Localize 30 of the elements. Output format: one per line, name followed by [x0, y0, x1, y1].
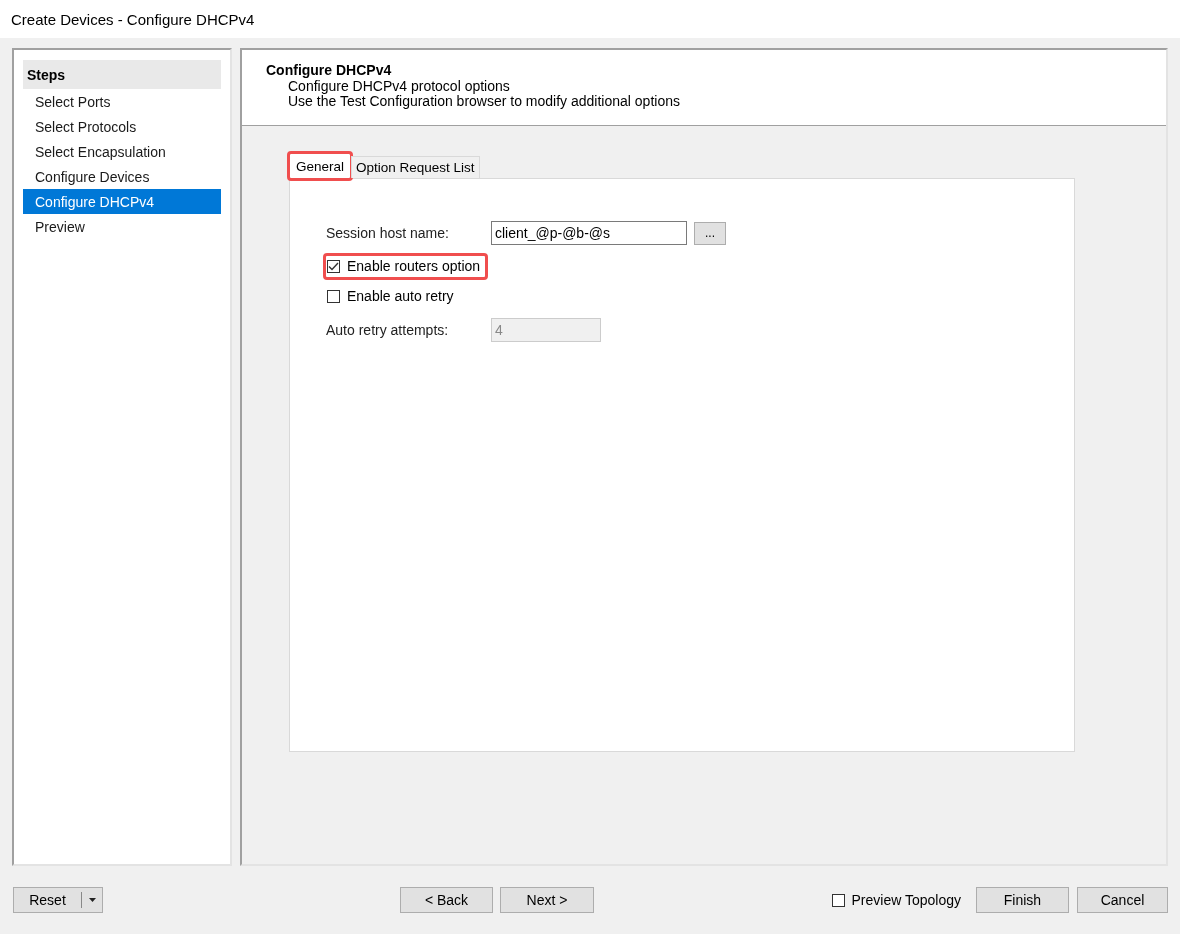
checkbox[interactable]: [327, 289, 340, 303]
checkbox-label: Enable routers option: [347, 259, 481, 274]
browse-button[interactable]: ...: [694, 221, 726, 245]
checkbox-row[interactable]: Enable routers option: [325, 255, 487, 278]
tab[interactable]: Option Request List: [351, 156, 480, 178]
checkbox-row[interactable]: Enable auto retry: [325, 284, 460, 308]
step-item[interactable]: Configure DHCPv4: [23, 189, 221, 214]
step-item[interactable]: Configure Devices: [23, 164, 221, 189]
steps-heading: Steps: [23, 60, 221, 89]
step-item[interactable]: Preview: [23, 214, 221, 239]
step-item[interactable]: Select Protocols: [23, 114, 221, 139]
tab[interactable]: General: [289, 153, 352, 179]
cancel-button[interactable]: Cancel: [1077, 887, 1168, 913]
field-label: Session host name:: [326, 225, 450, 241]
checkbox-label: Enable auto retry: [347, 288, 454, 304]
next-button[interactable]: Next >: [500, 887, 594, 913]
back-button[interactable]: < Back: [400, 887, 493, 913]
text-field[interactable]: client_@p-@b-@s: [491, 221, 687, 245]
finish-button[interactable]: Finish: [976, 887, 1069, 913]
field-label: Auto retry attempts:: [326, 322, 450, 338]
step-item[interactable]: Select Encapsulation: [23, 139, 221, 164]
reset-button[interactable]: Reset: [13, 887, 103, 913]
step-item[interactable]: Select Ports: [23, 89, 221, 114]
checkbox-label: Preview Topology: [851, 892, 961, 908]
page-title: Configure DHCPv4: [266, 62, 393, 79]
window-title: Create Devices - Configure DHCPv4: [0, 0, 1180, 38]
checkbox[interactable]: [831, 893, 845, 907]
page-description: Use the Test Configuration browser to modify additional options: [287, 94, 681, 109]
checkbox[interactable]: [327, 260, 340, 273]
page-description: Configure DHCPv4 protocol options: [287, 79, 511, 94]
